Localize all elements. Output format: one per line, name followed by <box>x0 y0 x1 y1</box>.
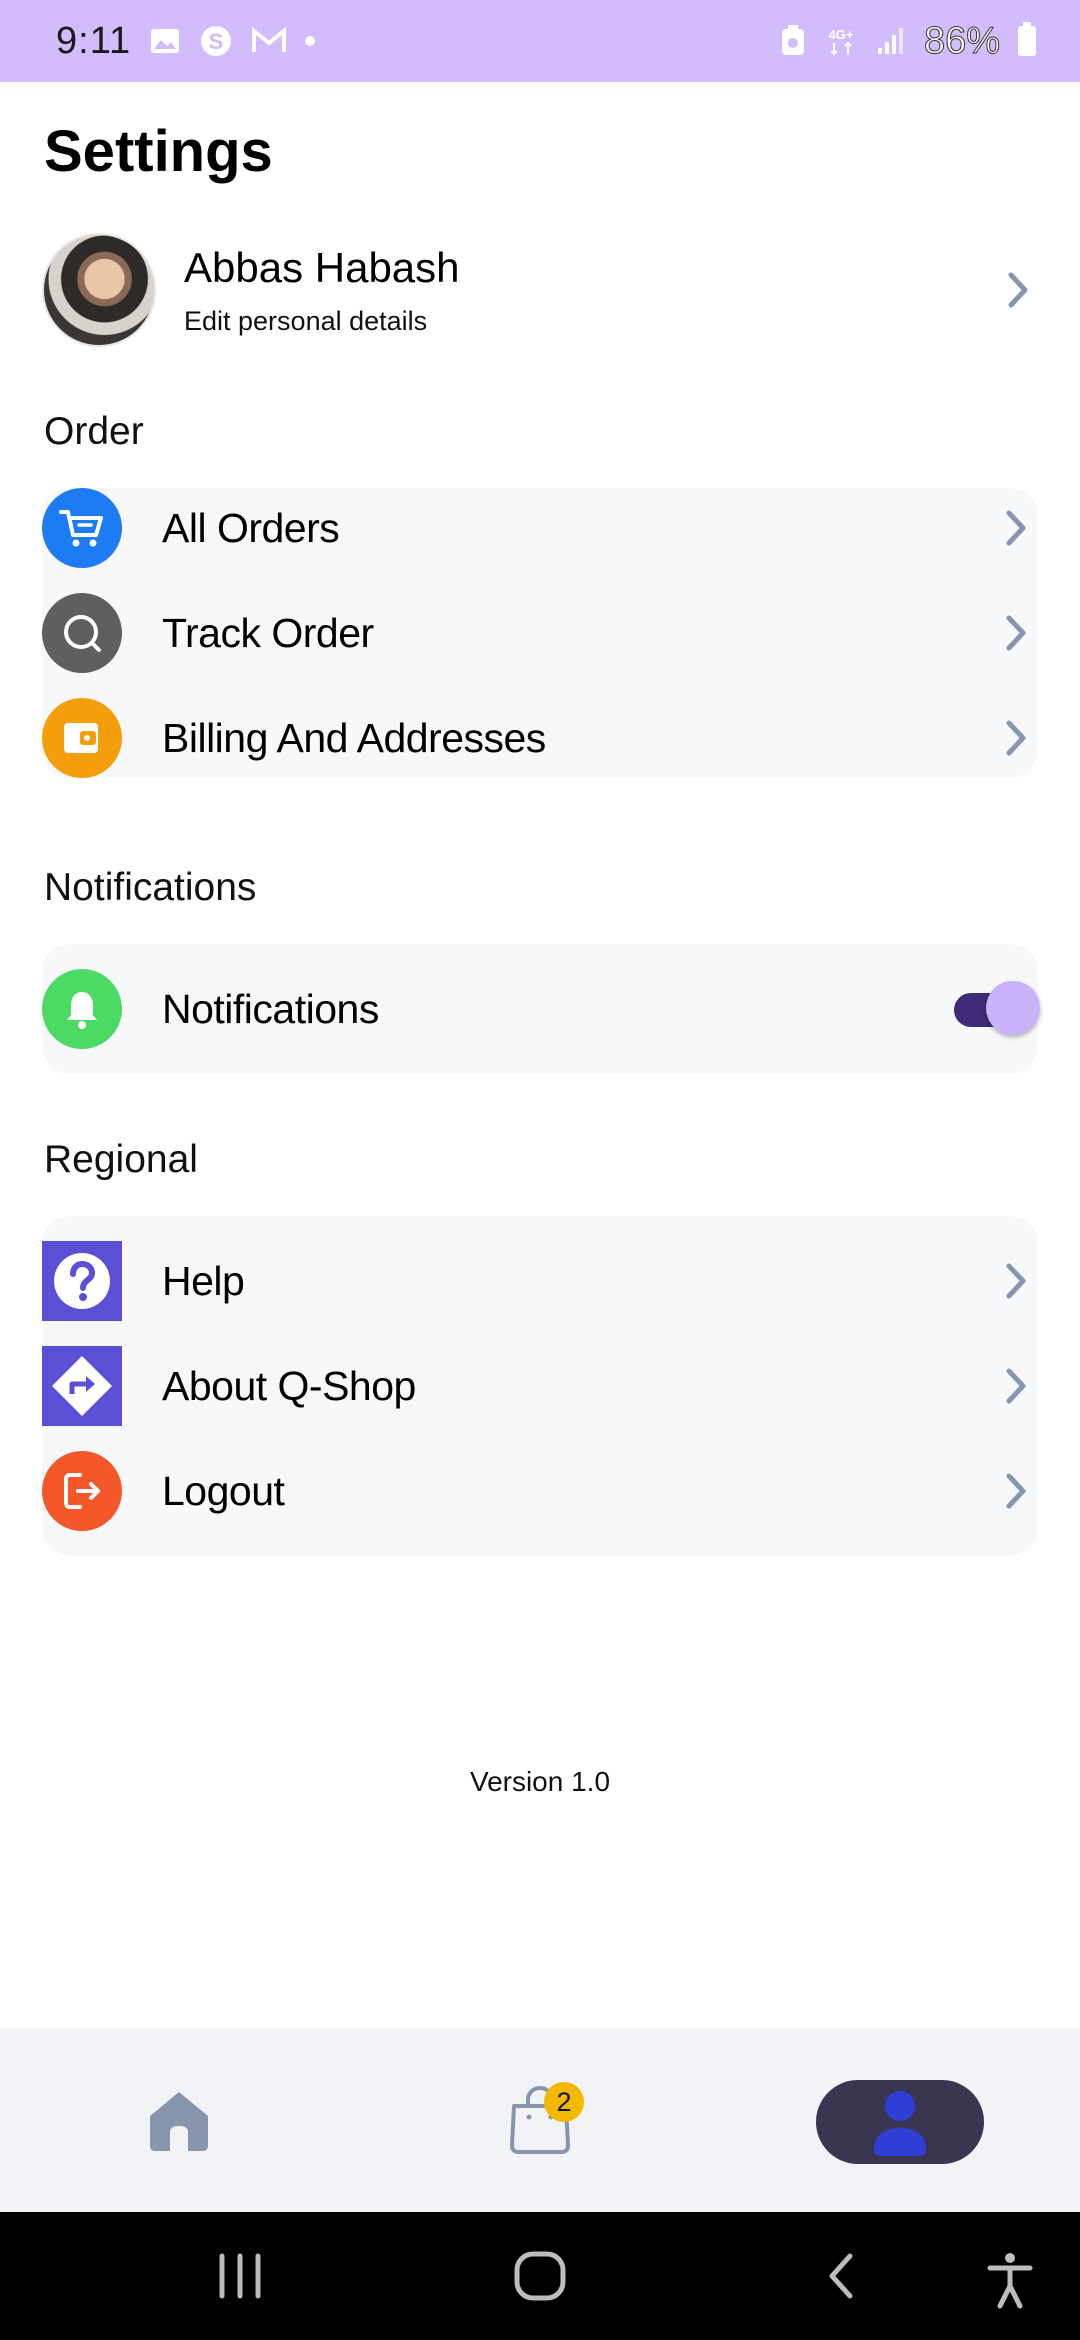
bottom-nav: 2 <box>0 2028 1080 2212</box>
search-icon <box>42 593 122 673</box>
regional-card: Help About Q-Shop Logout <box>42 1216 1038 1556</box>
signal-icon <box>876 26 906 56</box>
skype-icon: S <box>199 24 233 58</box>
profile-subtitle: Edit personal details <box>184 305 428 336</box>
gmail-icon <box>251 27 287 55</box>
section-label-notifications: Notifications <box>44 866 257 909</box>
menu-item-label: Track Order <box>162 609 374 656</box>
chevron-right-icon <box>996 1261 1036 1301</box>
help-icon <box>42 1241 122 1321</box>
gallery-icon <box>149 27 181 55</box>
cart-badge: 2 <box>544 2082 584 2122</box>
bell-icon <box>42 969 122 1049</box>
network-type-icon: 4G+ <box>824 25 858 57</box>
recent-apps-icon[interactable] <box>210 2250 270 2302</box>
chevron-right-icon <box>996 718 1036 758</box>
system-nav-bar <box>0 2212 1080 2340</box>
chevron-right-icon <box>996 1366 1036 1406</box>
menu-item-help[interactable]: Help <box>42 1241 1038 1321</box>
home-icon[interactable] <box>146 2088 212 2154</box>
chevron-right-icon <box>996 1471 1036 1511</box>
menu-item-label: Notifications <box>162 985 379 1032</box>
chevron-right-icon <box>998 270 1038 310</box>
wallet-icon <box>42 698 122 778</box>
menu-item-label: All Orders <box>162 504 340 551</box>
profile-name: Abbas Habash <box>184 243 460 291</box>
menu-item-track-order[interactable]: Track Order <box>42 593 1038 673</box>
status-bar: 9:11 S 4G+ 86% <box>0 0 1080 82</box>
profile-row[interactable]: Abbas Habash Edit personal details <box>42 232 1038 348</box>
version-text: Version 1.0 <box>469 1766 611 1797</box>
status-left: 9:11 S <box>56 19 316 63</box>
profile-nav-button[interactable] <box>816 2080 984 2164</box>
notification-dot <box>305 36 316 46</box>
avatar <box>42 233 156 347</box>
toggle-knob <box>986 981 1040 1035</box>
notifications-toggle[interactable] <box>954 979 1040 1039</box>
section-label-regional: Regional <box>44 1138 198 1181</box>
notifications-card: Notifications <box>42 944 1040 1074</box>
menu-item-label: Billing And Addresses <box>162 714 546 761</box>
directions-icon <box>42 1346 122 1426</box>
cart-icon <box>42 488 122 568</box>
profile-text: Abbas Habash Edit personal details <box>184 244 998 337</box>
profile-icon <box>874 2091 926 2156</box>
chevron-right-icon <box>996 508 1036 548</box>
menu-item-label: Help <box>162 1257 245 1304</box>
menu-item-about[interactable]: About Q-Shop <box>42 1346 1038 1426</box>
menu-item-label: About Q-Shop <box>162 1362 416 1409</box>
page-title: Settings <box>44 119 273 184</box>
status-time: 9:11 <box>56 19 132 62</box>
menu-item-label: Logout <box>162 1467 285 1514</box>
section-label-order: Order <box>44 410 144 453</box>
menu-item-billing-addresses[interactable]: Billing And Addresses <box>42 698 1038 778</box>
accessibility-icon[interactable] <box>980 2250 1040 2310</box>
battery-icon <box>1018 22 1036 56</box>
logout-icon <box>42 1451 122 1531</box>
status-right: 4G+ 86% <box>780 19 1036 63</box>
chevron-right-icon <box>996 613 1036 653</box>
svg-text:4G+: 4G+ <box>828 27 853 42</box>
battery-saver-icon <box>780 25 806 57</box>
order-card: All Orders Track Order Billing And Addre… <box>42 488 1038 778</box>
svg-text:S: S <box>209 29 224 54</box>
menu-item-notifications: Notifications <box>42 969 1040 1049</box>
menu-item-all-orders[interactable]: All Orders <box>42 488 1038 568</box>
home-button-icon[interactable] <box>510 2250 570 2302</box>
battery-percent: 86% <box>923 19 1000 62</box>
back-icon[interactable] <box>812 2250 872 2302</box>
menu-item-logout[interactable]: Logout <box>42 1451 1038 1531</box>
